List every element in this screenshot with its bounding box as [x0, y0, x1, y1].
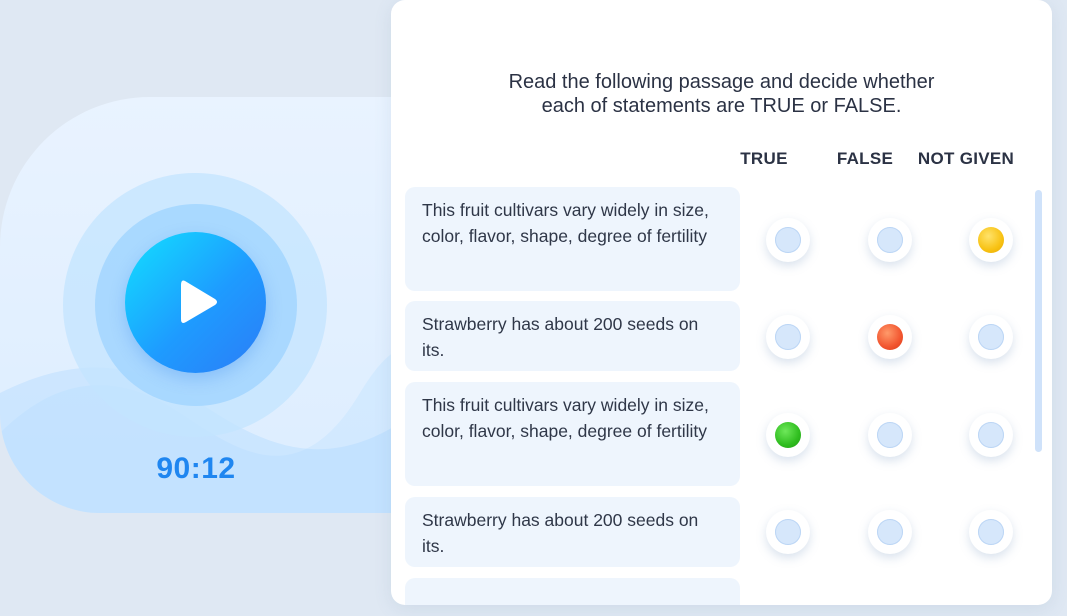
statement-2-false-radio[interactable]: [868, 315, 912, 359]
radio-dot: [877, 227, 903, 253]
radio-dot: [978, 422, 1004, 448]
statement-3-not-given-radio[interactable]: [969, 413, 1013, 457]
statement-4-true-radio[interactable]: [766, 510, 810, 554]
audio-timer: 90:12: [156, 452, 236, 485]
statement-4: Strawberry has about 200 seeds on its.: [405, 497, 740, 567]
radio-dot-selected: [877, 324, 903, 350]
statements-scrollbar[interactable]: [1035, 190, 1042, 452]
radio-dot: [775, 227, 801, 253]
quiz-instructions: Read the following passage and decide wh…: [451, 70, 992, 118]
radio-dot-selected: [775, 422, 801, 448]
instructions-line-1: Read the following passage and decide wh…: [508, 71, 935, 93]
play-icon: [181, 280, 217, 323]
statement-1-false-radio[interactable]: [868, 218, 912, 262]
statement-1-true-radio[interactable]: [766, 218, 810, 262]
radio-dot: [877, 519, 903, 545]
statement-5: [405, 578, 740, 605]
radio-dot: [775, 324, 801, 350]
statement-1: This fruit cultivars vary widely in size…: [405, 187, 740, 291]
radio-dot: [978, 324, 1004, 350]
statement-2-not-given-radio[interactable]: [969, 315, 1013, 359]
quiz-panel: Read the following passage and decide wh…: [391, 0, 1052, 605]
statement-1-not-given-radio[interactable]: [969, 218, 1013, 262]
radio-dot: [978, 519, 1004, 545]
statement-2-true-radio[interactable]: [766, 315, 810, 359]
statement-3: This fruit cultivars vary widely in size…: [405, 382, 740, 486]
statement-3-false-radio[interactable]: [868, 413, 912, 457]
radio-dot: [877, 422, 903, 448]
statement-3-true-radio[interactable]: [766, 413, 810, 457]
radio-dot: [775, 519, 801, 545]
column-header-not-given: NOT GIVEN: [917, 149, 1015, 168]
statement-4-false-radio[interactable]: [868, 510, 912, 554]
instructions-line-2: each of statements are TRUE or FALSE.: [541, 95, 902, 117]
statement-4-not-given-radio[interactable]: [969, 510, 1013, 554]
play-button[interactable]: [125, 232, 266, 373]
statement-2: Strawberry has about 200 seeds on its.: [405, 301, 740, 371]
radio-dot-selected: [978, 227, 1004, 253]
